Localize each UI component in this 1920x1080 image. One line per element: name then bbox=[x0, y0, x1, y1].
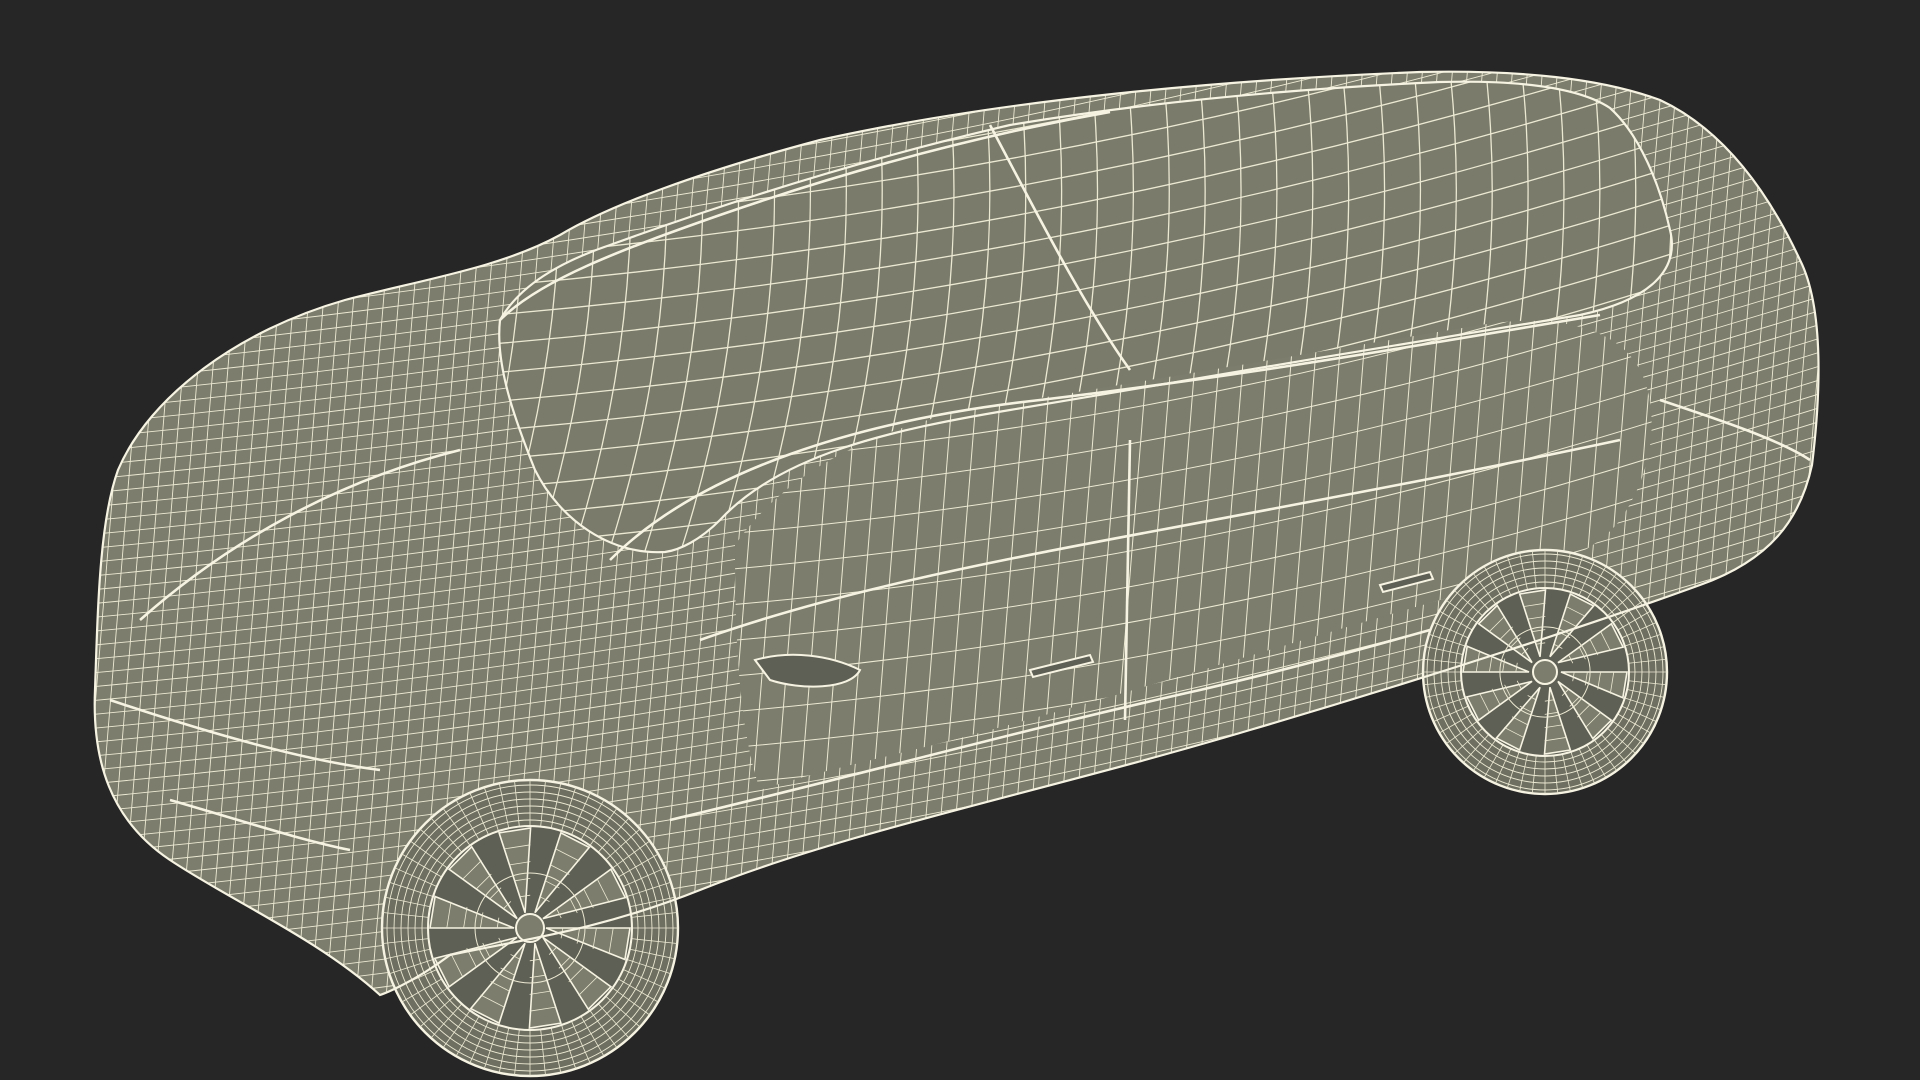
front-wheel bbox=[380, 778, 680, 1078]
wireframe-viewport bbox=[0, 0, 1920, 1080]
rear-wheel bbox=[1421, 548, 1669, 796]
rear-hub bbox=[1532, 659, 1558, 685]
